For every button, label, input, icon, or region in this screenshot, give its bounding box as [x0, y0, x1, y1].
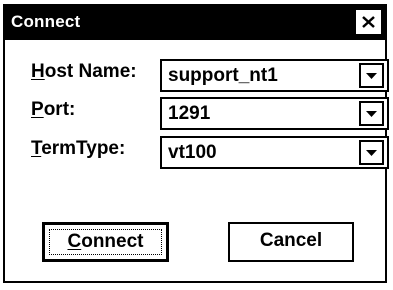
- termtype-dropdown-button[interactable]: [359, 140, 384, 165]
- host-name-mnemonic: H: [31, 61, 45, 82]
- cancel-button[interactable]: Cancel: [228, 222, 354, 262]
- port-mnemonic: P: [31, 99, 44, 120]
- connect-button[interactable]: Connect: [42, 222, 169, 262]
- title-bar: Connect: [5, 6, 385, 40]
- close-button[interactable]: [356, 10, 381, 34]
- host-name-combobox[interactable]: support_nt1: [160, 59, 389, 92]
- termtype-value: vt100: [168, 142, 217, 163]
- focus-rectangle: [49, 229, 162, 255]
- termtype-label-rest: ermType:: [41, 138, 126, 159]
- port-value: 1291: [168, 103, 211, 124]
- host-name-label: Host Name:: [31, 61, 137, 83]
- termtype-mnemonic: T: [31, 138, 42, 159]
- host-name-label-rest: ost Name:: [44, 61, 137, 82]
- port-dropdown-button[interactable]: [359, 101, 384, 126]
- termtype-label: TermType:: [31, 138, 125, 160]
- host-name-dropdown-button[interactable]: [359, 63, 384, 88]
- connect-dialog: Connect Host Name: support_nt1 Port: 129…: [3, 4, 389, 283]
- termtype-combobox[interactable]: vt100: [160, 136, 389, 169]
- port-combobox[interactable]: 1291: [160, 97, 389, 130]
- host-name-value: support_nt1: [168, 65, 278, 86]
- port-label: Port:: [31, 99, 75, 121]
- port-label-rest: ort:: [43, 99, 76, 120]
- window-title: Connect: [11, 12, 81, 31]
